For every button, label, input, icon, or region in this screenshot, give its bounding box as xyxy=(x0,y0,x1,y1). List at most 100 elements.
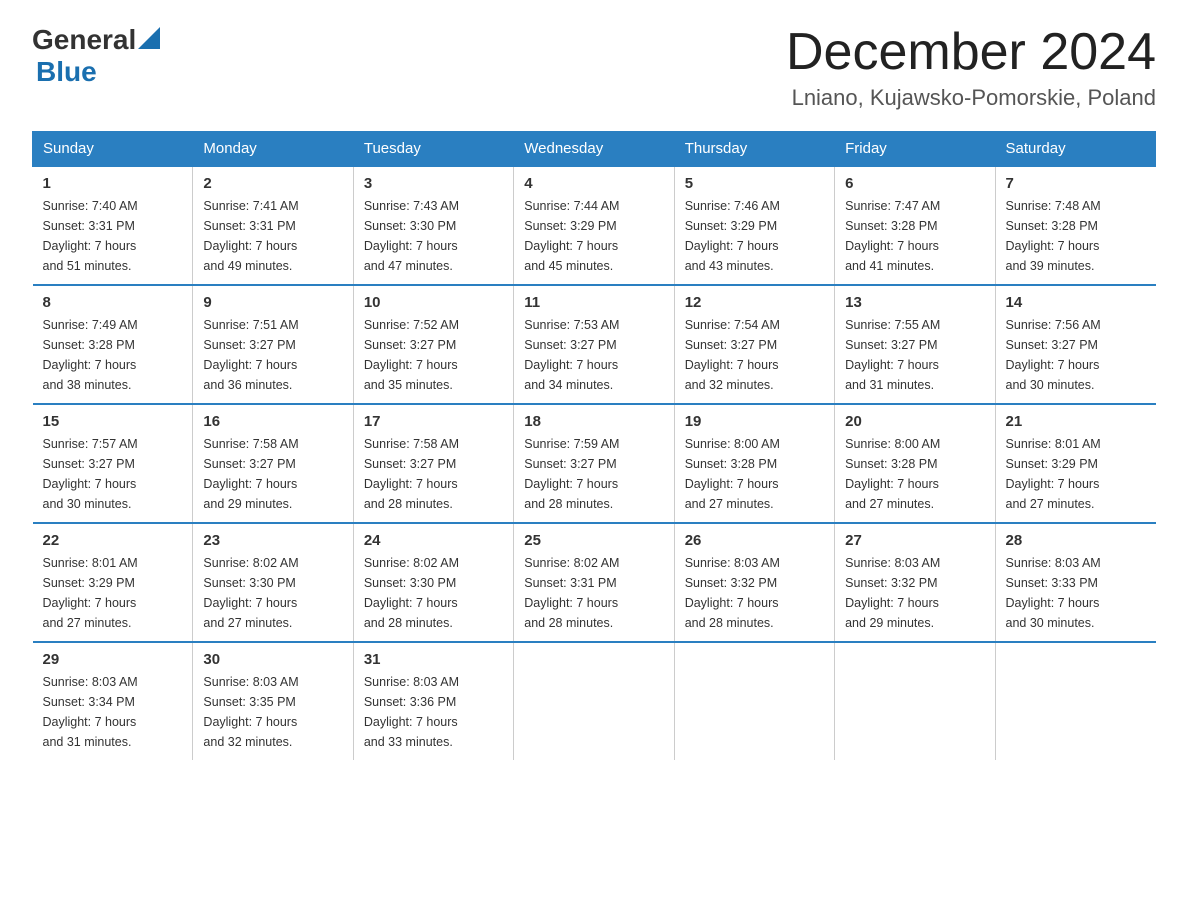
sunrise-label: Sunrise: 7:48 AM xyxy=(1006,199,1101,213)
daylight-label: Daylight: 7 hours xyxy=(203,358,297,372)
day-number: 1 xyxy=(43,175,183,192)
daylight-minutes: and 32 minutes. xyxy=(685,378,774,392)
day-number: 4 xyxy=(524,175,663,192)
sunrise-label: Sunrise: 8:00 AM xyxy=(845,437,940,451)
sunset-label: Sunset: 3:32 PM xyxy=(845,576,937,590)
daylight-minutes: and 30 minutes. xyxy=(1006,378,1095,392)
day-number: 18 xyxy=(524,413,663,430)
calendar-day-cell xyxy=(514,642,674,760)
calendar-day-cell: 1 Sunrise: 7:40 AM Sunset: 3:31 PM Dayli… xyxy=(33,166,193,285)
daylight-label: Daylight: 7 hours xyxy=(845,477,939,491)
daylight-label: Daylight: 7 hours xyxy=(203,596,297,610)
daylight-label: Daylight: 7 hours xyxy=(685,358,779,372)
day-number: 13 xyxy=(845,294,984,311)
daylight-minutes: and 45 minutes. xyxy=(524,259,613,273)
sunrise-label: Sunrise: 8:01 AM xyxy=(43,556,138,570)
day-info: Sunrise: 7:57 AM Sunset: 3:27 PM Dayligh… xyxy=(43,434,183,514)
day-number: 28 xyxy=(1006,532,1146,549)
daylight-label: Daylight: 7 hours xyxy=(43,358,137,372)
calendar-day-cell: 2 Sunrise: 7:41 AM Sunset: 3:31 PM Dayli… xyxy=(193,166,353,285)
sunrise-label: Sunrise: 8:02 AM xyxy=(364,556,459,570)
calendar-day-cell: 21 Sunrise: 8:01 AM Sunset: 3:29 PM Dayl… xyxy=(995,404,1155,523)
day-info: Sunrise: 8:03 AM Sunset: 3:35 PM Dayligh… xyxy=(203,672,342,752)
calendar-day-cell xyxy=(674,642,834,760)
day-number: 22 xyxy=(43,532,183,549)
sunset-label: Sunset: 3:28 PM xyxy=(43,338,135,352)
day-number: 7 xyxy=(1006,175,1146,192)
sunset-label: Sunset: 3:27 PM xyxy=(685,338,777,352)
day-number: 31 xyxy=(364,651,503,668)
sunrise-label: Sunrise: 7:58 AM xyxy=(203,437,298,451)
calendar-day-cell: 31 Sunrise: 8:03 AM Sunset: 3:36 PM Dayl… xyxy=(353,642,513,760)
sunset-label: Sunset: 3:31 PM xyxy=(524,576,616,590)
sunrise-label: Sunrise: 7:44 AM xyxy=(524,199,619,213)
calendar-day-cell: 23 Sunrise: 8:02 AM Sunset: 3:30 PM Dayl… xyxy=(193,523,353,642)
calendar-day-cell: 19 Sunrise: 8:00 AM Sunset: 3:28 PM Dayl… xyxy=(674,404,834,523)
sunrise-label: Sunrise: 7:58 AM xyxy=(364,437,459,451)
sunrise-label: Sunrise: 8:03 AM xyxy=(685,556,780,570)
daylight-minutes: and 29 minutes. xyxy=(203,497,292,511)
sunset-label: Sunset: 3:30 PM xyxy=(203,576,295,590)
sunset-label: Sunset: 3:32 PM xyxy=(685,576,777,590)
calendar-day-cell: 9 Sunrise: 7:51 AM Sunset: 3:27 PM Dayli… xyxy=(193,285,353,404)
header-saturday: Saturday xyxy=(995,132,1155,167)
sunset-label: Sunset: 3:28 PM xyxy=(845,457,937,471)
day-info: Sunrise: 7:53 AM Sunset: 3:27 PM Dayligh… xyxy=(524,315,663,395)
header-thursday: Thursday xyxy=(674,132,834,167)
calendar-day-cell: 10 Sunrise: 7:52 AM Sunset: 3:27 PM Dayl… xyxy=(353,285,513,404)
sunrise-label: Sunrise: 7:56 AM xyxy=(1006,318,1101,332)
calendar-day-cell: 22 Sunrise: 8:01 AM Sunset: 3:29 PM Dayl… xyxy=(33,523,193,642)
calendar-day-cell: 20 Sunrise: 8:00 AM Sunset: 3:28 PM Dayl… xyxy=(835,404,995,523)
day-info: Sunrise: 7:49 AM Sunset: 3:28 PM Dayligh… xyxy=(43,315,183,395)
page-header: General Blue December 2024 Lniano, Kujaw… xyxy=(32,24,1156,111)
daylight-minutes: and 35 minutes. xyxy=(364,378,453,392)
header-sunday: Sunday xyxy=(33,132,193,167)
calendar-day-cell: 24 Sunrise: 8:02 AM Sunset: 3:30 PM Dayl… xyxy=(353,523,513,642)
calendar-day-cell: 11 Sunrise: 7:53 AM Sunset: 3:27 PM Dayl… xyxy=(514,285,674,404)
daylight-label: Daylight: 7 hours xyxy=(845,358,939,372)
sunset-label: Sunset: 3:27 PM xyxy=(524,338,616,352)
sunrise-label: Sunrise: 8:01 AM xyxy=(1006,437,1101,451)
day-info: Sunrise: 7:56 AM Sunset: 3:27 PM Dayligh… xyxy=(1006,315,1146,395)
logo-general-text: General xyxy=(32,24,136,56)
day-info: Sunrise: 8:03 AM Sunset: 3:32 PM Dayligh… xyxy=(685,553,824,633)
sunset-label: Sunset: 3:33 PM xyxy=(1006,576,1098,590)
daylight-label: Daylight: 7 hours xyxy=(845,596,939,610)
sunset-label: Sunset: 3:34 PM xyxy=(43,695,135,709)
day-number: 11 xyxy=(524,294,663,311)
calendar-day-cell: 15 Sunrise: 7:57 AM Sunset: 3:27 PM Dayl… xyxy=(33,404,193,523)
daylight-minutes: and 36 minutes. xyxy=(203,378,292,392)
daylight-minutes: and 30 minutes. xyxy=(1006,616,1095,630)
calendar-week-row: 29 Sunrise: 8:03 AM Sunset: 3:34 PM Dayl… xyxy=(33,642,1156,760)
calendar-day-cell: 7 Sunrise: 7:48 AM Sunset: 3:28 PM Dayli… xyxy=(995,166,1155,285)
sunset-label: Sunset: 3:28 PM xyxy=(845,219,937,233)
sunset-label: Sunset: 3:27 PM xyxy=(524,457,616,471)
sunrise-label: Sunrise: 7:54 AM xyxy=(685,318,780,332)
sunrise-label: Sunrise: 7:46 AM xyxy=(685,199,780,213)
sunrise-label: Sunrise: 7:51 AM xyxy=(203,318,298,332)
sunrise-label: Sunrise: 7:53 AM xyxy=(524,318,619,332)
daylight-minutes: and 28 minutes. xyxy=(364,616,453,630)
calendar-day-cell: 5 Sunrise: 7:46 AM Sunset: 3:29 PM Dayli… xyxy=(674,166,834,285)
calendar-day-cell xyxy=(995,642,1155,760)
day-number: 12 xyxy=(685,294,824,311)
day-number: 8 xyxy=(43,294,183,311)
sunset-label: Sunset: 3:27 PM xyxy=(845,338,937,352)
daylight-label: Daylight: 7 hours xyxy=(203,715,297,729)
daylight-minutes: and 28 minutes. xyxy=(364,497,453,511)
daylight-label: Daylight: 7 hours xyxy=(1006,239,1100,253)
day-info: Sunrise: 7:58 AM Sunset: 3:27 PM Dayligh… xyxy=(364,434,503,514)
day-number: 17 xyxy=(364,413,503,430)
day-number: 9 xyxy=(203,294,342,311)
day-info: Sunrise: 7:48 AM Sunset: 3:28 PM Dayligh… xyxy=(1006,196,1146,276)
daylight-minutes: and 27 minutes. xyxy=(203,616,292,630)
sunset-label: Sunset: 3:27 PM xyxy=(364,457,456,471)
calendar-day-cell: 12 Sunrise: 7:54 AM Sunset: 3:27 PM Dayl… xyxy=(674,285,834,404)
calendar-day-cell: 26 Sunrise: 8:03 AM Sunset: 3:32 PM Dayl… xyxy=(674,523,834,642)
daylight-label: Daylight: 7 hours xyxy=(524,239,618,253)
day-info: Sunrise: 7:55 AM Sunset: 3:27 PM Dayligh… xyxy=(845,315,984,395)
daylight-minutes: and 39 minutes. xyxy=(1006,259,1095,273)
sunrise-label: Sunrise: 8:03 AM xyxy=(364,675,459,689)
daylight-minutes: and 29 minutes. xyxy=(845,616,934,630)
daylight-label: Daylight: 7 hours xyxy=(364,358,458,372)
